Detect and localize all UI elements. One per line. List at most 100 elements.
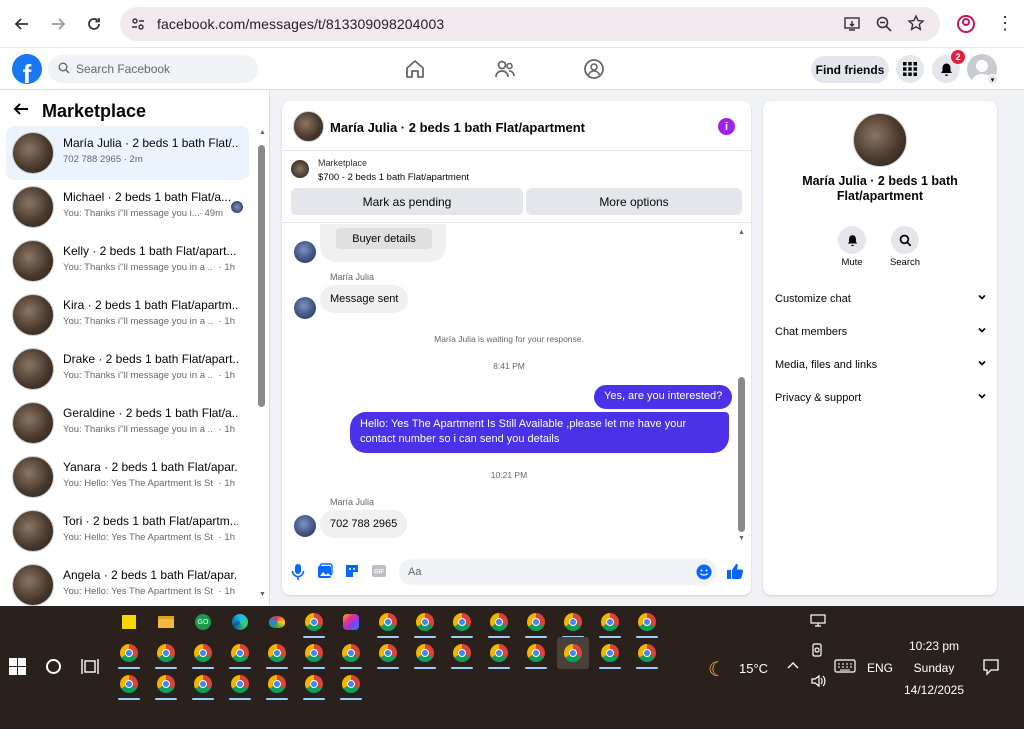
chrome-icon[interactable] bbox=[522, 608, 550, 638]
media-files-links-row[interactable]: Media, files and links bbox=[775, 358, 987, 371]
chrome-icon[interactable] bbox=[522, 639, 550, 669]
chrome-icon[interactable] bbox=[300, 639, 328, 669]
more-options-button[interactable]: More options bbox=[526, 188, 742, 215]
chrome-icon[interactable] bbox=[152, 670, 180, 700]
phone-link-icon[interactable] bbox=[810, 643, 824, 664]
scroll-up-icon[interactable]: ▲ bbox=[259, 129, 266, 136]
notification-center-icon[interactable] bbox=[982, 658, 1000, 681]
chat-scrollbar[interactable] bbox=[738, 377, 745, 532]
chrome-icon[interactable] bbox=[633, 608, 661, 638]
forward-icon[interactable] bbox=[44, 10, 72, 38]
scroll-down-icon[interactable]: ▼ bbox=[259, 591, 266, 598]
conversation-item[interactable]: Yanara · 2 beds 1 bath Flat/apar... You:… bbox=[6, 450, 249, 504]
reload-icon[interactable] bbox=[80, 10, 108, 38]
clock-date[interactable]: 14/12/2025 bbox=[901, 683, 967, 697]
app-icon[interactable]: GO bbox=[189, 608, 217, 636]
back-arrow-icon[interactable] bbox=[12, 100, 30, 123]
install-app-icon[interactable] bbox=[843, 15, 861, 38]
chat-scroll-down-icon[interactable]: ▼ bbox=[738, 535, 745, 542]
conversation-item[interactable]: Kira · 2 beds 1 bath Flat/apartm... You:… bbox=[6, 288, 249, 342]
chrome-icon[interactable] bbox=[374, 608, 402, 638]
chrome-icon[interactable] bbox=[485, 608, 513, 638]
chrome-icon[interactable] bbox=[633, 639, 661, 669]
microphone-icon[interactable] bbox=[290, 563, 308, 581]
volume-icon[interactable] bbox=[810, 673, 826, 694]
clock-day[interactable]: Sunday bbox=[908, 661, 960, 675]
chrome-icon[interactable] bbox=[411, 608, 439, 638]
photo-icon[interactable] bbox=[317, 563, 335, 581]
task-view-icon[interactable] bbox=[81, 658, 99, 680]
chat-title[interactable]: María Julia · 2 beds 1 bath Flat/apartme… bbox=[330, 120, 585, 135]
windows-start-icon[interactable] bbox=[9, 658, 26, 680]
back-icon[interactable] bbox=[8, 10, 36, 38]
mark-pending-button[interactable]: Mark as pending bbox=[291, 188, 523, 215]
mute-bell-icon[interactable] bbox=[838, 226, 866, 254]
chrome-icon[interactable] bbox=[115, 670, 143, 700]
sticker-icon[interactable] bbox=[344, 563, 362, 581]
zoom-icon[interactable] bbox=[875, 15, 893, 38]
keyboard-icon[interactable] bbox=[834, 659, 856, 678]
chrome-icon[interactable] bbox=[189, 670, 217, 700]
chrome-icon[interactable] bbox=[559, 608, 587, 638]
conversation-item[interactable]: Geraldine · 2 beds 1 bath Flat/a... You:… bbox=[6, 396, 249, 450]
info-icon[interactable]: i bbox=[718, 118, 735, 135]
gif-icon[interactable]: GIF bbox=[371, 563, 389, 581]
copilot-icon[interactable] bbox=[337, 608, 365, 636]
find-friends-button[interactable]: Find friends bbox=[811, 56, 889, 83]
chrome-icon[interactable] bbox=[152, 639, 180, 669]
language-indicator[interactable]: ENG bbox=[867, 661, 893, 675]
chat-avatar[interactable] bbox=[293, 111, 324, 142]
chrome-icon[interactable] bbox=[374, 639, 402, 669]
chrome-icon[interactable] bbox=[337, 670, 365, 700]
conversation-item[interactable]: Michael · 2 beds 1 bath Flat/a... You: T… bbox=[6, 180, 249, 234]
home-icon[interactable] bbox=[404, 58, 426, 80]
account-chevron-icon[interactable]: ▾ bbox=[987, 74, 998, 85]
file-explorer-icon[interactable] bbox=[152, 608, 180, 636]
paint-icon[interactable] bbox=[263, 608, 291, 636]
facebook-logo-icon[interactable]: f bbox=[12, 54, 42, 84]
menu-kebab-icon[interactable]: ⋮ bbox=[996, 14, 1014, 32]
edge-browser-icon[interactable] bbox=[226, 608, 254, 636]
chrome-icon[interactable] bbox=[226, 639, 254, 669]
site-info-icon[interactable] bbox=[130, 16, 146, 37]
network-icon[interactable] bbox=[810, 614, 826, 633]
conversation-item[interactable]: Angela · 2 beds 1 bath Flat/apar... You:… bbox=[6, 558, 249, 606]
customize-chat-row[interactable]: Customize chat bbox=[775, 292, 987, 305]
conversation-item[interactable]: Drake · 2 beds 1 bath Flat/apart... You:… bbox=[6, 342, 249, 396]
chrome-icon[interactable] bbox=[448, 639, 476, 669]
friends-icon[interactable] bbox=[494, 58, 516, 80]
chrome-icon[interactable] bbox=[115, 639, 143, 669]
tray-chevron-up-icon[interactable] bbox=[786, 659, 800, 678]
details-avatar[interactable] bbox=[853, 113, 907, 167]
chrome-icon[interactable] bbox=[189, 639, 217, 669]
privacy-support-row[interactable]: Privacy & support bbox=[775, 391, 987, 404]
chrome-icon[interactable] bbox=[448, 608, 476, 638]
details-search-icon[interactable] bbox=[891, 226, 919, 254]
chrome-icon[interactable] bbox=[596, 639, 624, 669]
listing-price-title[interactable]: $700 - 2 beds 1 bath Flat/apartment bbox=[318, 172, 469, 183]
search-facebook-input[interactable]: Search Facebook bbox=[48, 55, 258, 83]
buyer-details-button[interactable]: Buyer details bbox=[336, 228, 432, 249]
profile-icon[interactable] bbox=[956, 14, 976, 39]
chat-members-row[interactable]: Chat members bbox=[775, 325, 987, 338]
url-text[interactable]: facebook.com/messages/t/813309098204003 bbox=[157, 16, 444, 32]
chrome-icon-active[interactable] bbox=[557, 637, 589, 669]
chrome-icon[interactable] bbox=[226, 670, 254, 700]
apps-menu-icon[interactable] bbox=[896, 55, 924, 83]
chrome-icon[interactable] bbox=[300, 670, 328, 700]
chat-scroll-up-icon[interactable]: ▲ bbox=[738, 229, 745, 236]
sticky-notes-icon[interactable] bbox=[115, 608, 143, 636]
search-circle-icon[interactable] bbox=[46, 659, 61, 674]
like-thumb-icon[interactable] bbox=[726, 562, 744, 585]
chrome-icon[interactable] bbox=[337, 639, 365, 669]
clock-time[interactable]: 10:23 pm bbox=[908, 639, 960, 653]
message-input[interactable]: Aa bbox=[399, 559, 717, 585]
conversation-item[interactable]: María Julia · 2 beds 1 bath Flat/... 702… bbox=[6, 126, 249, 180]
chrome-icon[interactable] bbox=[485, 639, 513, 669]
chrome-icon[interactable] bbox=[300, 608, 328, 638]
chrome-icon[interactable] bbox=[263, 639, 291, 669]
sidebar-scrollbar[interactable] bbox=[258, 145, 265, 407]
emoji-icon[interactable] bbox=[696, 564, 712, 585]
chrome-icon[interactable] bbox=[411, 639, 439, 669]
temperature[interactable]: 15°C bbox=[739, 661, 768, 676]
